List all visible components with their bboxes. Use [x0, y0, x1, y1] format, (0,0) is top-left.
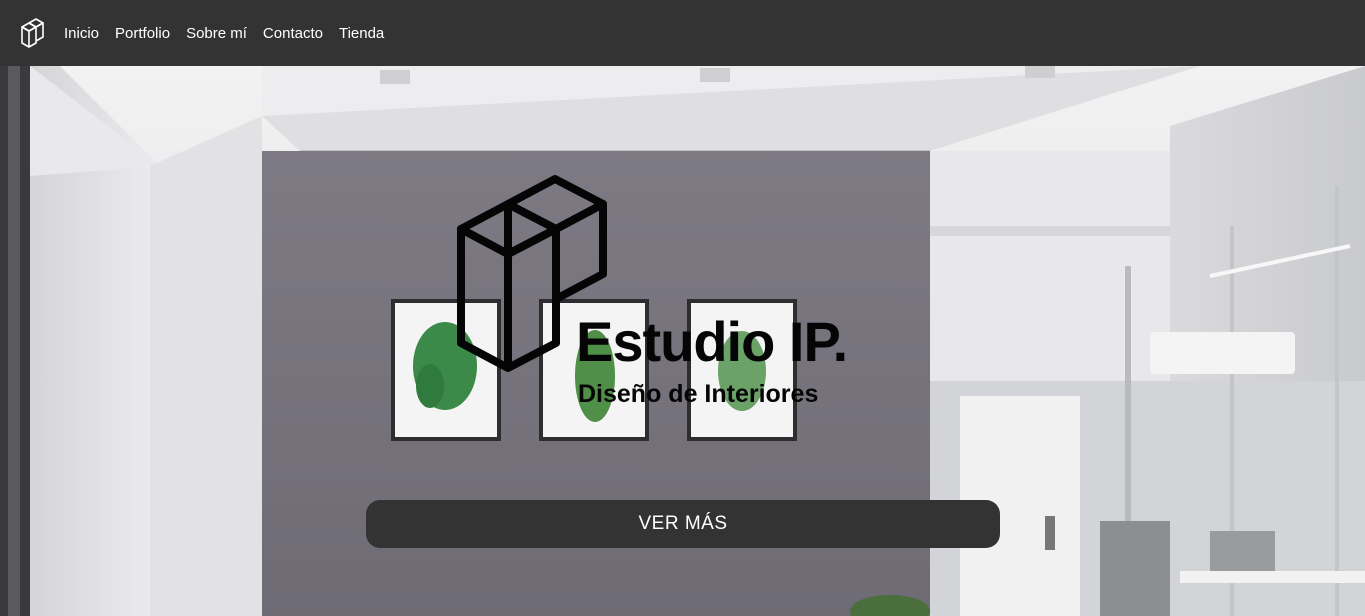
nav-link-portfolio[interactable]: Portfolio [115, 25, 170, 42]
navbar: Inicio Portfolio Sobre mí Contacto Tiend… [0, 0, 1365, 66]
cube-logo-icon[interactable] [20, 17, 46, 49]
nav-link-contacto[interactable]: Contacto [263, 25, 323, 42]
nav-link-tienda[interactable]: Tienda [339, 25, 384, 42]
brand-tagline: Diseño de Interiores [578, 380, 819, 408]
nav-menu: Inicio Portfolio Sobre mí Contacto Tiend… [64, 25, 384, 42]
hero-section: Estudio IP. Diseño de Interiores VER MÁS [0, 66, 1365, 616]
ver-mas-button[interactable]: VER MÁS [366, 500, 1000, 548]
nav-link-sobre-mi[interactable]: Sobre mí [186, 25, 247, 42]
nav-link-inicio[interactable]: Inicio [64, 25, 99, 42]
brand-title: Estudio IP. [576, 310, 848, 373]
